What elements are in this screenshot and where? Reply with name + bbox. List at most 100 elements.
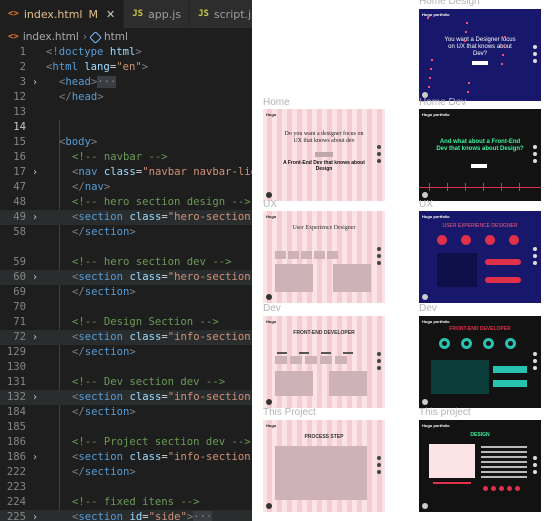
code-token: >	[129, 406, 136, 418]
frame-dark-2[interactable]: Hugo portfolio And what about a Front-End…	[419, 109, 541, 201]
code-line[interactable]: 186 › <section class="info-section bg	[0, 450, 252, 465]
code-line[interactable]: 1 <!doctype html>	[0, 45, 252, 60]
frame-dark-6[interactable]: Hugo portfolio FRONT-END DEVELOPER	[419, 316, 541, 408]
frame-light-1[interactable]: Hugo Do you want a designer focus on UX t…	[263, 109, 385, 201]
fold-chevron-icon[interactable]: ›	[32, 270, 38, 285]
code-line[interactable]: 72 › <section class="info-section b	[0, 330, 252, 345]
project-card	[429, 444, 475, 478]
code-token: <!-- hero section design -->	[72, 196, 251, 208]
breadcrumb-element[interactable]: html	[104, 31, 128, 43]
code-token: nav	[84, 181, 104, 193]
code-line[interactable]: 186 <!-- Project section dev -->	[0, 435, 252, 450]
line-number: 129	[6, 346, 26, 358]
tab-index-html[interactable]: <> index.html M ✕	[0, 0, 125, 28]
cta-button	[471, 164, 487, 168]
code-line[interactable]: 184 </section>	[0, 405, 252, 420]
neon-tick	[465, 183, 466, 191]
star-dot	[431, 59, 433, 61]
code-line[interactable]: 130	[0, 360, 252, 375]
code-token: </	[72, 286, 85, 298]
grid-column	[277, 109, 282, 201]
code-line[interactable]: 131 <!-- Dev section dev -->	[0, 375, 252, 390]
code-line[interactable]: 12 </head>	[0, 90, 252, 105]
code-token: "info-section b	[167, 331, 251, 343]
code-line[interactable]: 225 › <section id="side">···	[0, 510, 252, 521]
process-image	[275, 446, 367, 500]
frame-title: FRONT-END DEVELOPER	[449, 326, 511, 332]
code-line[interactable]: 58 </section>	[0, 225, 252, 240]
code-line[interactable]: 132 › <section class="info-section bg	[0, 390, 252, 405]
folded-ellipsis[interactable]: ···	[97, 76, 117, 88]
code-line[interactable]: 13	[0, 105, 252, 120]
frame-navy-0[interactable]: Hugo portfolio You want a Designer focus …	[419, 9, 541, 101]
star-dot	[428, 86, 430, 88]
star-dot	[468, 82, 470, 84]
design-canvas[interactable]: Home Design Hugo portfolio You want a Desi…	[252, 0, 552, 521]
code-line[interactable]: 49 › <section class="hero-section b	[0, 210, 252, 225]
star-dot	[430, 68, 432, 70]
code-line[interactable]: 223	[0, 480, 252, 495]
line-number: 17	[13, 166, 26, 178]
code-line[interactable]: 15 <body>	[0, 135, 252, 150]
fold-chevron-icon[interactable]: ›	[32, 75, 38, 90]
code-line[interactable]: 17 › <nav class="navbar navbar-ligh	[0, 165, 252, 180]
tab-script-js[interactable]: JS script.js	[190, 0, 252, 28]
line-number: 60	[13, 271, 26, 283]
side-icon	[533, 152, 537, 156]
code-line[interactable]: 14	[0, 120, 252, 135]
grid-column	[267, 420, 272, 512]
frame-navy-4[interactable]: Hugo portfolio USER EXPERIENCE DESIGNER	[419, 211, 541, 303]
project-text-line	[481, 451, 527, 453]
grid-column	[287, 109, 292, 201]
frame-title: PROCESS STEP	[304, 434, 344, 440]
code-editor[interactable]: <> index.html M ✕ JS app.js JS script.js…	[0, 0, 252, 521]
code-line[interactable]: 2 <html lang="en">	[0, 60, 252, 75]
close-tab-icon[interactable]: ✕	[106, 8, 115, 21]
code-line[interactable]: 224 <!-- fixed itens -->	[0, 495, 252, 510]
frame-light-7[interactable]: Hugo PROCESS STEP	[263, 420, 385, 512]
frame-title: USER EXPERIENCE DESIGNER	[442, 223, 518, 229]
code-token: section	[84, 406, 130, 418]
side-icon	[533, 352, 537, 356]
fold-chevron-icon[interactable]: ›	[32, 450, 38, 465]
code-line[interactable]: 70	[0, 300, 252, 315]
project-icon	[507, 486, 512, 491]
frame-dark-8[interactable]: Hugo portfolio DESIGN	[419, 420, 541, 512]
code-token: section	[84, 466, 130, 478]
code-line[interactable]: 69 </section>	[0, 285, 252, 300]
fold-chevron-icon[interactable]: ›	[32, 165, 38, 180]
fold-chevron-icon[interactable]: ›	[32, 210, 38, 225]
code-token: <!	[46, 46, 59, 58]
code-line[interactable]: 3 › <head>···	[0, 75, 252, 90]
code-line[interactable]: 129 </section>	[0, 345, 252, 360]
code-line[interactable]: 59 <!-- hero section dev -->	[0, 255, 252, 270]
code-token: <!-- Project section dev -->	[72, 436, 251, 448]
breadcrumb-file[interactable]: index.html	[23, 31, 79, 43]
dev-card	[275, 356, 287, 364]
avatar-icon	[266, 192, 272, 198]
star-dot	[467, 91, 469, 93]
code-line[interactable]: 222 </section>	[0, 465, 252, 480]
side-icon	[533, 247, 537, 251]
code-token: >	[129, 466, 136, 478]
tab-app-js[interactable]: JS app.js	[124, 0, 191, 28]
code-line[interactable]: 185	[0, 420, 252, 435]
line-number: 13	[13, 106, 26, 118]
fold-chevron-icon[interactable]: ›	[32, 390, 38, 405]
line-number: 223	[6, 481, 26, 493]
code-line[interactable]: 71 <!-- Design Section -->	[0, 315, 252, 330]
fold-chevron-icon[interactable]: ›	[32, 330, 38, 345]
side-icon	[533, 261, 537, 265]
fold-chevron-icon[interactable]: ›	[32, 510, 38, 521]
code-line[interactable]: 60 › <section class="hero-section b	[0, 270, 252, 285]
frame-light-5[interactable]: Hugo FRONT-END DEVELOPER	[263, 316, 385, 408]
code-line[interactable]: 48 <!-- hero section design -->	[0, 195, 252, 210]
code-token: >	[103, 181, 111, 193]
frame-light-3[interactable]: Hugo User Experience Designer	[263, 211, 385, 303]
dev-skill-ring	[505, 338, 516, 349]
code-line[interactable]	[0, 240, 252, 255]
folded-ellipsis[interactable]: ···	[193, 511, 213, 521]
code-line[interactable]: 16 <!-- navbar -->	[0, 150, 252, 165]
code-line[interactable]: 47 </nav>	[0, 180, 252, 195]
code-area[interactable]: 1 <!doctype html> 2 <html lang="en"> 3 › <head…	[0, 45, 252, 521]
